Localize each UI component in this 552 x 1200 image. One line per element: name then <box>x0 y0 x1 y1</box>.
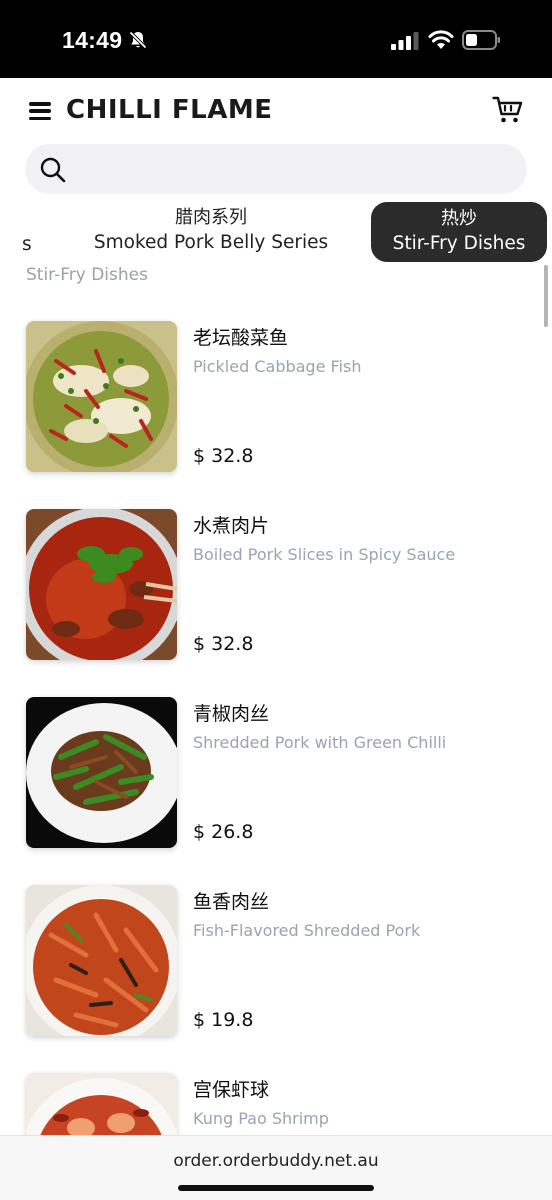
dish-photo <box>26 321 177 472</box>
dish-name-zh: 鱼香肉丝 <box>193 891 270 913</box>
dish-name-en: Pickled Cabbage Fish <box>193 357 362 376</box>
dish-price: $ 32.8 <box>193 445 254 467</box>
category-tab-stir-fry[interactable]: 热炒 Stir-Fry Dishes <box>371 202 547 262</box>
restaurant-name: CHILLI FLAME <box>66 95 273 125</box>
dish-photo <box>26 509 177 660</box>
dish-name-en: Shredded Pork with Green Chilli <box>193 733 447 752</box>
dish-name-zh: 青椒肉丝 <box>193 703 270 725</box>
category-tab-label: s <box>22 234 32 255</box>
wifi-icon <box>428 30 454 49</box>
status-bar: 14:49 <box>0 0 552 78</box>
search-icon <box>40 157 66 183</box>
scrollbar[interactable] <box>544 265 548 327</box>
status-time: 14:49 <box>62 27 123 53</box>
dish-price: $ 32.8 <box>193 633 254 655</box>
browser-address-bar[interactable]: order.orderbuddy.net.au <box>0 1135 552 1200</box>
dish-photo <box>26 697 177 848</box>
bell-muted-icon <box>129 31 147 49</box>
dish-name-en: Boiled Pork Slices in Spicy Sauce <box>193 545 456 564</box>
menu-item[interactable]: 青椒肉丝 Shredded Pork with Green Chilli $ 2… <box>0 697 552 857</box>
dish-name-en: Kung Pao Shrimp <box>193 1109 329 1128</box>
menu-item[interactable]: 鱼香肉丝 Fish-Flavored Shredded Pork $ 19.8 <box>0 885 552 1045</box>
dish-name-zh: 老坛酸菜鱼 <box>193 327 289 349</box>
category-tab-label-en: Stir-Fry Dishes <box>392 233 526 254</box>
cart-icon[interactable] <box>492 95 524 125</box>
category-tab-label-zh: 腊肉系列 <box>175 207 247 228</box>
battery-icon <box>462 30 500 50</box>
home-indicator[interactable] <box>178 1185 374 1191</box>
signal-icon <box>391 32 419 50</box>
category-tab-smoked-pork-belly[interactable]: 腊肉系列 Smoked Pork Belly Series <box>80 205 342 255</box>
section-heading: Stir-Fry Dishes <box>26 265 148 284</box>
dish-name-en: Fish-Flavored Shredded Pork <box>193 921 421 940</box>
search-bar[interactable] <box>25 144 527 194</box>
category-tab-label-en: Smoked Pork Belly Series <box>93 232 329 253</box>
dish-price: $ 26.8 <box>193 821 254 843</box>
category-tab-label-zh: 热炒 <box>441 208 477 229</box>
menu-item[interactable]: 水煮肉片 Boiled Pork Slices in Spicy Sauce $… <box>0 509 552 669</box>
dish-price: $ 19.8 <box>193 1009 254 1031</box>
category-tab-partial[interactable]: s <box>22 232 32 257</box>
dish-name-zh: 水煮肉片 <box>193 515 270 537</box>
dish-name-zh: 宫保虾球 <box>193 1079 270 1101</box>
search-input[interactable] <box>77 154 507 184</box>
menu-icon[interactable] <box>29 102 51 121</box>
menu-item[interactable]: 老坛酸菜鱼 Pickled Cabbage Fish $ 32.8 <box>0 321 552 481</box>
dish-photo <box>26 885 177 1036</box>
url-text[interactable]: order.orderbuddy.net.au <box>0 1151 552 1171</box>
